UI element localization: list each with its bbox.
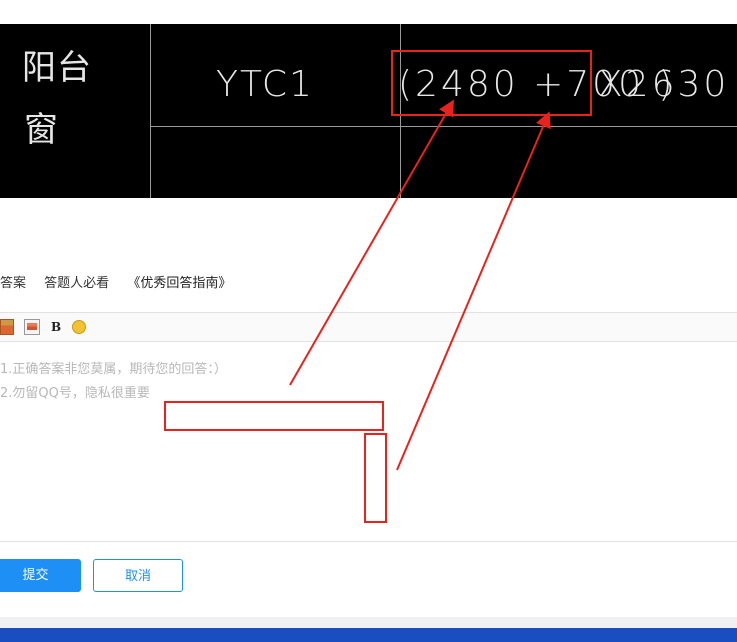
image-icon[interactable] xyxy=(0,319,14,335)
cad-room-label-2: 窗 xyxy=(24,110,58,150)
must-read-link[interactable]: 答题人必看 xyxy=(44,276,109,291)
submit-button[interactable]: 提交 xyxy=(0,559,81,592)
answer-textarea[interactable]: 1.正确答案非您莫属，期待您的回答：） 2.勿留QQ号，隐私很重要 xyxy=(0,341,737,542)
answer-links: 我的答案 答题人必看 《优秀回答指南》 xyxy=(0,272,245,291)
cad-grid-line xyxy=(400,24,401,198)
cad-height-dimension: X2630 xyxy=(598,64,730,105)
footer-bar xyxy=(0,628,737,642)
placeholder-line-1: 1.正确答案非您莫属，期待您的回答：） xyxy=(0,362,227,377)
cad-grid-line xyxy=(150,24,151,198)
picture-icon[interactable] xyxy=(24,319,40,335)
cad-room-label: 阳台 xyxy=(22,48,92,88)
cancel-button[interactable]: 取消 xyxy=(93,559,183,592)
smiley-icon[interactable] xyxy=(72,320,86,334)
placeholder-line-2: 2.勿留QQ号，隐私很重要 xyxy=(0,386,150,401)
my-answer-link[interactable]: 我的答案 xyxy=(0,276,26,291)
cad-window-code: YTC1 xyxy=(216,64,314,105)
cad-drawing-image: 阳台 窗 YTC1 (2480 +700 ) X2630 xyxy=(0,24,737,198)
footer-divider xyxy=(0,617,737,628)
bold-button[interactable]: B xyxy=(51,319,61,335)
answer-guide-link[interactable]: 《优秀回答指南》 xyxy=(127,276,231,291)
editor-toolbar: B xyxy=(0,312,737,342)
cad-grid-line xyxy=(150,126,737,127)
